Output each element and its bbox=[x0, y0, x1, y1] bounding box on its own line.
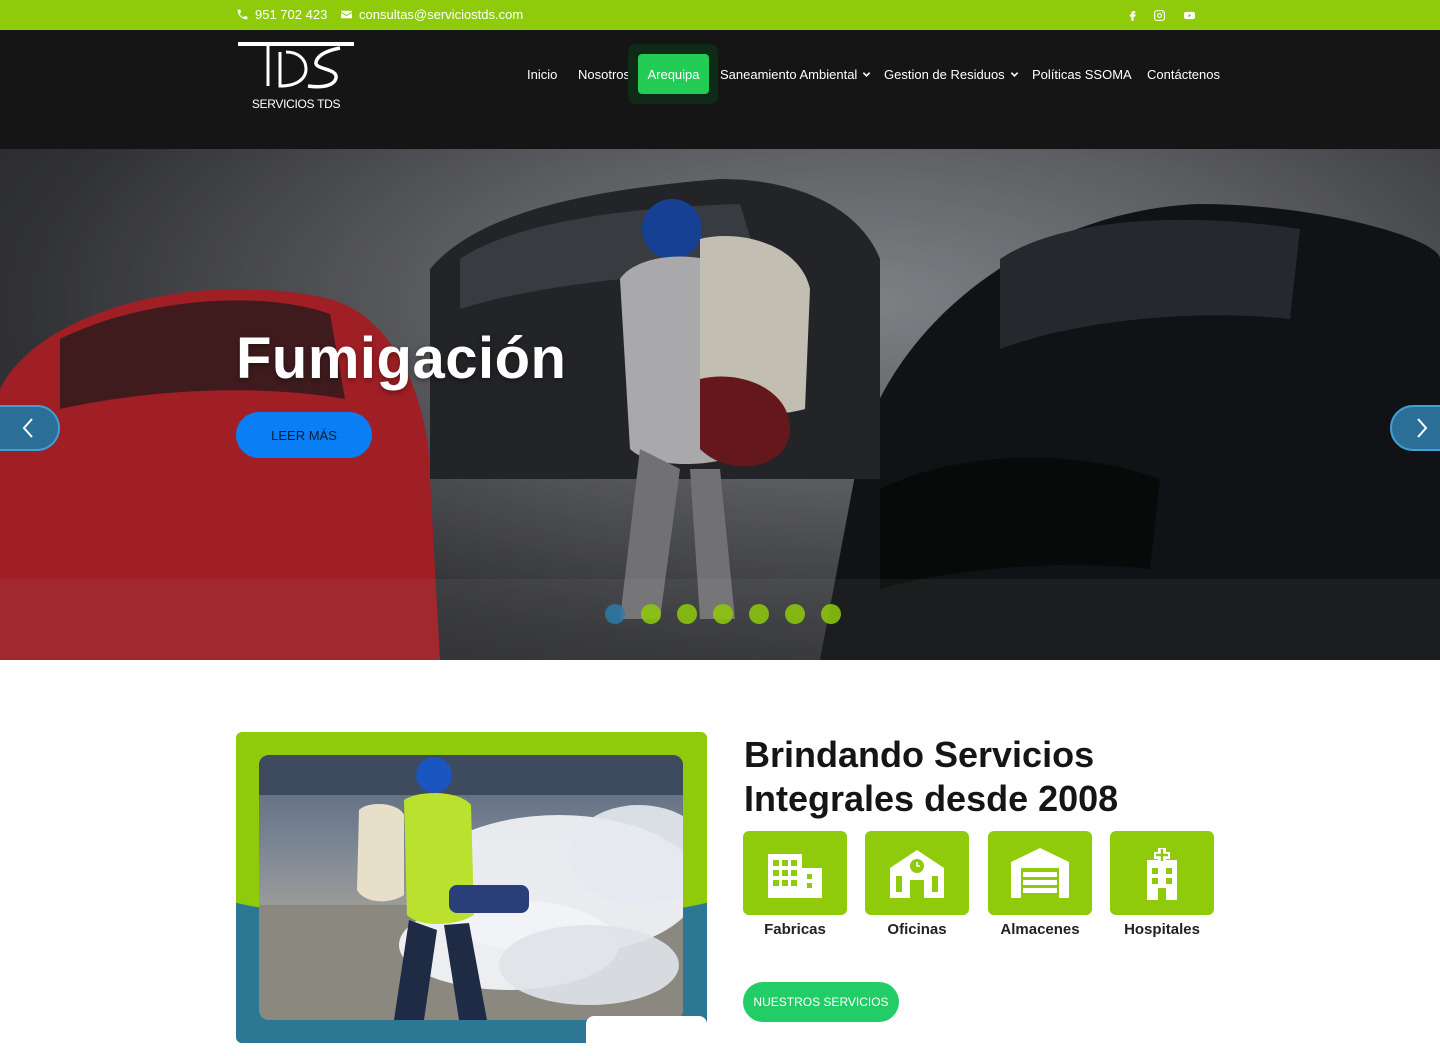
service-almacenes[interactable]: Almacenes bbox=[988, 831, 1092, 938]
logo-text: SERVICIOS TDS bbox=[251, 97, 341, 111]
leer-mas-button[interactable]: LEER MÁS bbox=[236, 412, 372, 458]
nav-arequipa-label: Arequipa bbox=[647, 66, 700, 82]
slider-prev-button[interactable] bbox=[0, 405, 60, 451]
nav-contacto-label: Contáctenos bbox=[1147, 67, 1220, 82]
service-oficinas-label: Oficinas bbox=[887, 921, 947, 938]
email-contact[interactable]: consultas@serviciostds.com bbox=[340, 7, 523, 22]
phone-contact[interactable]: 951 702 423 bbox=[236, 7, 327, 22]
hero-slider: Fumigación LEER MÁS bbox=[0, 149, 1440, 660]
tds-logo-mark bbox=[238, 42, 354, 89]
nav-politicas-label: Políticas SSOMA bbox=[1032, 67, 1132, 82]
slider-dot-6[interactable] bbox=[785, 604, 805, 624]
nav-residuos-label: Gestion de Residuos bbox=[884, 67, 1005, 82]
service-almacenes-box bbox=[988, 831, 1092, 915]
service-fabricas-label: Fabricas bbox=[764, 921, 826, 938]
phone-number: 951 702 423 bbox=[255, 7, 328, 22]
email-address: consultas@serviciostds.com bbox=[359, 7, 524, 22]
facebook-icon[interactable] bbox=[1123, 6, 1141, 24]
photo-scene bbox=[259, 755, 683, 1020]
slider-dot-1[interactable] bbox=[605, 604, 625, 624]
nav-arequipa[interactable]: Arequipa bbox=[638, 54, 709, 94]
nav-contactenos[interactable]: Contáctenos bbox=[1147, 67, 1220, 82]
nav-politicas-ssoma[interactable]: Políticas SSOMA bbox=[1032, 67, 1132, 82]
slider-dot-3[interactable] bbox=[677, 604, 697, 624]
slider-next-button[interactable] bbox=[1390, 405, 1440, 451]
hero-background-image bbox=[0, 149, 1440, 660]
nav-nosotros[interactable]: Nosotros bbox=[578, 67, 630, 82]
warehouse-icon bbox=[1011, 848, 1069, 898]
fumigation-worker-photo bbox=[259, 755, 683, 1020]
office-building-icon bbox=[890, 850, 944, 898]
service-oficinas[interactable]: Oficinas bbox=[865, 831, 969, 938]
nuestros-servicios-button[interactable]: NUESTROS SERVICIOS bbox=[743, 982, 899, 1022]
slider-dot-2[interactable] bbox=[641, 604, 661, 624]
nav-nosotros-label: Nosotros bbox=[578, 67, 631, 82]
youtube-icon[interactable] bbox=[1180, 6, 1198, 24]
feature-heading: Brindando Servicios Integrales desde 200… bbox=[744, 734, 1119, 819]
phone-icon bbox=[237, 9, 248, 20]
nav-inicio[interactable]: Inicio bbox=[527, 67, 557, 82]
nav-inicio-label: Inicio bbox=[527, 67, 558, 82]
service-fabricas-box bbox=[743, 831, 847, 915]
slider-dot-4[interactable] bbox=[713, 604, 733, 624]
service-oficinas-box bbox=[865, 831, 969, 915]
service-almacenes-label: Almacenes bbox=[1000, 921, 1080, 938]
factory-building-icon bbox=[768, 854, 822, 898]
nav-gestion-residuos[interactable]: Gestion de Residuos bbox=[884, 67, 1019, 82]
chevron-down-icon bbox=[863, 72, 871, 77]
nav-saneamiento-ambiental[interactable]: Saneamiento Ambiental bbox=[720, 67, 871, 82]
instagram-icon[interactable] bbox=[1150, 6, 1168, 24]
chevron-right-icon bbox=[1417, 418, 1428, 438]
tds-logo[interactable]: SERVICIOS TDS bbox=[236, 40, 356, 115]
site-header: SERVICIOS TDS Inicio Nosotros Arequipa S… bbox=[0, 30, 1440, 149]
chevron-down-icon bbox=[1010, 72, 1018, 77]
service-hospitales-box bbox=[1110, 831, 1214, 915]
service-hospitales-label: Hospitales bbox=[1124, 921, 1200, 938]
service-hospitales[interactable]: Hospitales bbox=[1110, 831, 1214, 938]
service-fabricas[interactable]: Fabricas bbox=[743, 831, 847, 938]
slider-dots bbox=[605, 604, 841, 624]
slider-dot-7[interactable] bbox=[821, 604, 841, 624]
slider-dot-5[interactable] bbox=[749, 604, 769, 624]
top-bar: 951 702 423 consultas@serviciostds.com bbox=[0, 0, 1440, 30]
nav-saneamiento-label: Saneamiento Ambiental bbox=[720, 67, 858, 82]
envelope-icon bbox=[341, 10, 352, 19]
hospital-icon bbox=[1147, 848, 1177, 900]
hero-title: Fumigación bbox=[236, 326, 567, 391]
frame-corner-tab bbox=[586, 1016, 707, 1056]
chevron-left-icon bbox=[22, 418, 33, 438]
